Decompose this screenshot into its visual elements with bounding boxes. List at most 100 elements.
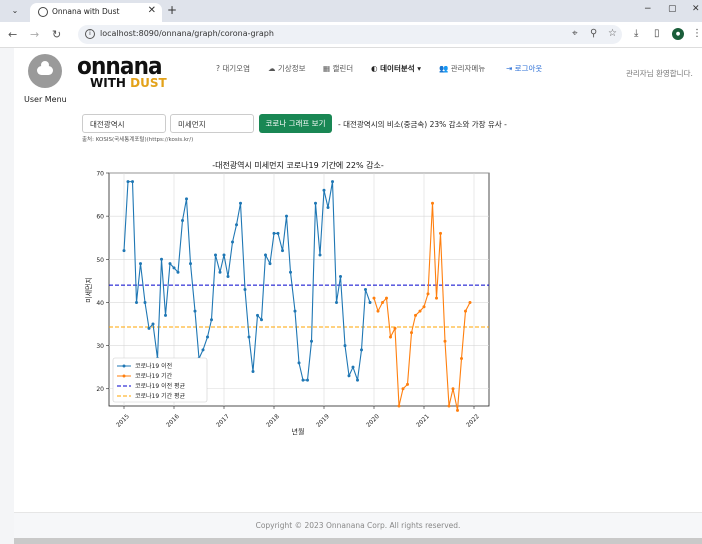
- data-point: [414, 313, 417, 317]
- tab-search-icon[interactable]: ⌄: [8, 4, 22, 18]
- x-tick-label: 2015: [115, 413, 131, 429]
- corona-pm-line-chart: -대전광역시 미세먼지 코로나19 기간에 22% 감소- 20 30 40 50 60…: [84, 160, 490, 436]
- data-point: [351, 365, 355, 369]
- data-point: [289, 270, 292, 274]
- legend-label: 코로나19 이전 평균: [135, 382, 186, 390]
- data-point: [264, 253, 267, 257]
- data-point: [322, 188, 326, 192]
- nav-calendar[interactable]: ▦ 캘린더: [323, 63, 353, 74]
- data-point: [235, 223, 238, 227]
- nav-weather[interactable]: ☁ 기상정보: [268, 63, 306, 74]
- data-point: [447, 404, 451, 408]
- user-avatar-icon[interactable]: [28, 54, 62, 88]
- data-point: [468, 300, 472, 304]
- data-point: [406, 382, 409, 386]
- data-point: [160, 257, 163, 261]
- welcome-text: 관리자님 환영합니다.: [626, 69, 693, 78]
- footer: Copyright © 2023 Onnanana Corp. All righ…: [14, 512, 702, 538]
- data-point: [306, 378, 309, 382]
- data-point: [297, 361, 301, 365]
- address-bar-row: ← → ↻ i localhost:8090/onnana/graph/coro…: [0, 22, 702, 48]
- url-field[interactable]: i localhost:8090/onnana/graph/corona-gra…: [78, 25, 622, 44]
- data-point: [318, 253, 322, 257]
- legend-label: 코로나19 이전: [135, 362, 172, 370]
- browser-tab[interactable]: Onnana with Dust ✕: [30, 3, 162, 22]
- data-point: [131, 180, 134, 184]
- data-point: [343, 344, 347, 348]
- profile-avatar[interactable]: ●: [672, 28, 684, 40]
- bookmark-star-icon[interactable]: ☆: [608, 28, 617, 39]
- location-icon[interactable]: ⌖: [572, 28, 578, 39]
- data-source-text: 출처: KOSIS(국세통계포털)(https://kosis.kr/): [82, 137, 194, 143]
- data-point: [281, 249, 284, 253]
- data-point: [126, 180, 130, 184]
- nav-admin-menu[interactable]: 👥 관리자메뉴: [439, 63, 485, 74]
- zoom-icon[interactable]: ⚲: [590, 28, 597, 39]
- legend-label: 코로나19 기간 평균: [135, 392, 186, 400]
- data-point: [443, 339, 447, 343]
- page-scrollbar[interactable]: [14, 538, 702, 544]
- data-point: [293, 309, 297, 313]
- pollutant-select[interactable]: 미세먼지: [170, 114, 254, 133]
- data-point: [335, 300, 338, 304]
- data-point: [389, 335, 392, 339]
- data-point: [189, 262, 192, 266]
- data-point: [368, 300, 372, 304]
- data-point: [426, 292, 430, 296]
- site-info-icon[interactable]: i: [85, 29, 95, 39]
- data-point: [135, 300, 138, 304]
- show-corona-graph-button[interactable]: 코로나 그래프 보기: [259, 114, 332, 133]
- x-tick-label: 2020: [365, 413, 381, 429]
- y-tick-label: 50: [96, 257, 104, 264]
- y-axis-ticks: 20 30 40 50 60 70: [96, 171, 109, 393]
- similarity-result-text: - 대전광역시의 비소(중금속) 23% 감소와 가장 유사 -: [338, 120, 507, 129]
- nav-logout[interactable]: ⇥ 로그아웃: [506, 63, 542, 74]
- minimize-button[interactable]: −: [644, 4, 652, 14]
- data-point: [172, 266, 176, 270]
- y-tick-label: 30: [96, 343, 104, 350]
- region-select[interactable]: 대전광역시: [82, 114, 166, 133]
- sidepanel-icon[interactable]: ▯: [654, 28, 660, 39]
- data-point: [435, 296, 438, 300]
- data-point: [376, 309, 380, 313]
- data-point: [381, 300, 384, 304]
- data-point: [206, 335, 209, 339]
- data-point: [226, 275, 230, 279]
- user-menu-label[interactable]: User Menu: [24, 95, 67, 104]
- analysis-icon: ◐: [371, 64, 381, 73]
- window-close-button[interactable]: ✕: [692, 4, 700, 14]
- data-point: [464, 309, 467, 313]
- download-icon[interactable]: ⤓: [634, 28, 638, 39]
- nav-data-analysis[interactable]: ◐ 데이터분석 ▾: [371, 63, 421, 74]
- x-tick-label: 2019: [315, 413, 331, 429]
- tab-close-icon[interactable]: ✕: [148, 5, 156, 16]
- data-point: [256, 313, 259, 317]
- data-point: [122, 249, 126, 253]
- data-point: [222, 253, 226, 257]
- restore-button[interactable]: ▢: [668, 4, 677, 14]
- data-point: [210, 318, 213, 322]
- new-tab-button[interactable]: +: [167, 3, 177, 17]
- data-point: [276, 231, 280, 235]
- reload-icon[interactable]: ↻: [52, 28, 61, 41]
- data-point: [243, 288, 247, 291]
- data-point: [347, 374, 351, 378]
- data-point: [339, 275, 342, 279]
- forward-icon[interactable]: →: [30, 28, 39, 41]
- logo-with-dust[interactable]: WITH DUST: [90, 76, 167, 90]
- data-point: [181, 218, 184, 222]
- menu-icon[interactable]: ⋮: [692, 28, 702, 39]
- nav-air-pollution[interactable]: ? 대기오염: [216, 63, 250, 74]
- data-point: [326, 206, 330, 210]
- data-point: [231, 240, 234, 244]
- data-point: [151, 322, 155, 326]
- data-point: [431, 201, 434, 205]
- y-tick-label: 60: [96, 214, 104, 221]
- data-point: [393, 326, 397, 330]
- data-point: [176, 270, 180, 274]
- y-tick-label: 40: [96, 300, 104, 307]
- back-icon[interactable]: ←: [8, 28, 17, 41]
- data-point: [139, 262, 142, 266]
- data-point: [268, 262, 272, 266]
- data-point: [356, 378, 359, 382]
